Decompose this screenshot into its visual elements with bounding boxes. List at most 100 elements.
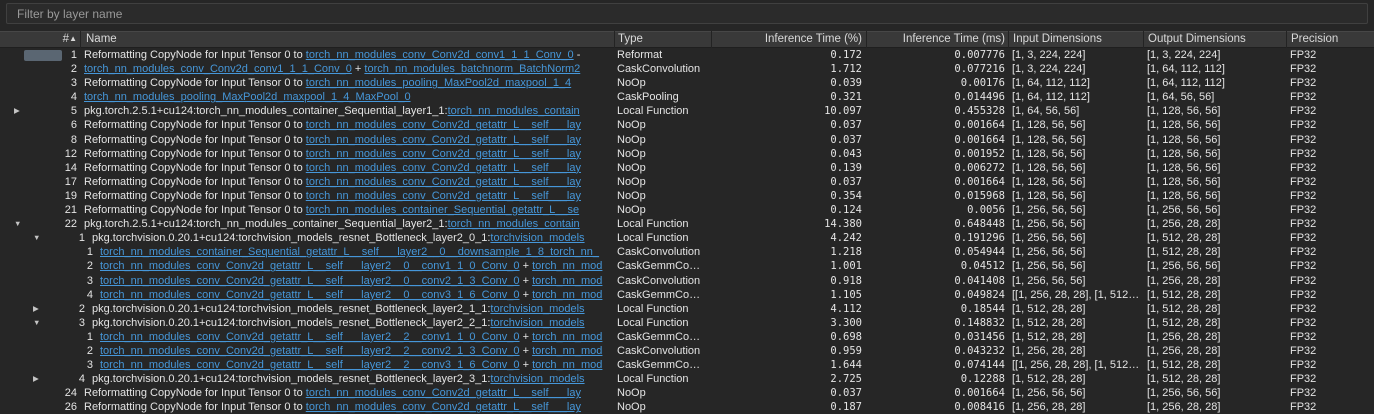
layer-link[interactable]: torch_nn_modules_pooling_MaxPool2d_maxpo…: [84, 91, 411, 103]
layer-link[interactable]: torch_nn_modules_conv_Conv2d_getattr_L__…: [306, 190, 581, 202]
layer-link[interactable]: torch_nn_modules_conv_Conv2d_getattr_L__…: [306, 176, 581, 188]
table-row[interactable]: 21 Reformatting CopyNode for Input Tensor…: [0, 203, 1374, 217]
tree-collapsed-icon[interactable]: ▶: [33, 302, 39, 316]
inference-time-ms-cell: 0.001952: [954, 147, 1005, 160]
table-row[interactable]: ▼ 22 pkg.torch.2.5.1+cu124:torch_nn_module…: [0, 217, 1374, 231]
precision-cell: FP32: [1290, 232, 1317, 245]
table-row[interactable]: 2 torch_nn_modules_conv_Conv2d_getattr_L_…: [0, 259, 1374, 273]
layer-link[interactable]: torch_nn_mod: [532, 359, 602, 371]
table-row[interactable]: 19 Reformatting CopyNode for Input Tensor…: [0, 189, 1374, 203]
table-row[interactable]: 2 torch_nn_modules_conv_Conv2d_conv1_1_1_…: [0, 62, 1374, 76]
table-row[interactable]: 1 Reformatting CopyNode for Input Tensor …: [0, 48, 1374, 62]
output-dimensions-cell: [1, 512, 28, 28]: [1147, 232, 1221, 245]
layer-link[interactable]: torch_nn_modules_batchnorm_BatchNorm2: [364, 63, 580, 75]
tree-expanded-icon[interactable]: ▼: [14, 217, 21, 231]
layer-type-cell: NoOp: [617, 189, 646, 202]
layer-link[interactable]: torch_nn_mod: [532, 275, 602, 287]
layer-link[interactable]: torchvision_models: [490, 373, 584, 385]
layer-name-cell: Reformatting CopyNode for Input Tensor 0…: [80, 76, 614, 90]
table-row[interactable]: ▶ 2 pkg.torchvision.0.20.1+cu124:torchvisi…: [0, 302, 1374, 316]
output-dimensions-cell: [1, 64, 112, 112]: [1147, 63, 1225, 76]
output-dimensions-cell: [1, 64, 112, 112]: [1147, 77, 1225, 90]
layer-link[interactable]: torch_nn_modules_conv_Conv2d_getattr_L__…: [100, 345, 520, 357]
input-dimensions-cell: [1, 64, 56, 56]: [1012, 105, 1080, 118]
layer-link[interactable]: torch_nn_mod: [532, 289, 602, 301]
table-row[interactable]: 1 torch_nn_modules_conv_Conv2d_getattr_L_…: [0, 330, 1374, 344]
table-row[interactable]: 17 Reformatting CopyNode for Input Tensor…: [0, 175, 1374, 189]
input-dimensions-cell: [1, 512, 28, 28]: [1012, 373, 1086, 386]
output-dimensions-cell: [1, 128, 56, 56]: [1147, 189, 1221, 202]
table-row[interactable]: 3 Reformatting CopyNode for Input Tensor …: [0, 76, 1374, 90]
precision-cell: FP32: [1290, 189, 1317, 202]
layer-link[interactable]: torch_nn_modules_conv_Conv2d_getattr_L__…: [306, 162, 581, 174]
layer-link[interactable]: torch_nn_modules_conv_Conv2d_conv1_1_1_C…: [84, 63, 352, 75]
table-row[interactable]: 4 torch_nn_modules_conv_Conv2d_getattr_L_…: [0, 288, 1374, 302]
column-header-precision[interactable]: Precision: [1286, 31, 1374, 48]
layer-type-cell: CaskGemmCo…: [617, 330, 701, 343]
row-number-cell: 21: [0, 203, 80, 217]
layer-name-text: +: [519, 288, 533, 301]
layer-link[interactable]: torch_nn_modules_conv_Conv2d_getattr_L__…: [100, 260, 520, 272]
layer-link[interactable]: torch_nn_modules_conv_Conv2d_getattr_L__…: [100, 331, 520, 343]
layer-link[interactable]: torch_nn_modules_conv_Conv2d_getattr_L__…: [306, 134, 581, 146]
layer-link[interactable]: torch_nn_modules_conv_Conv2d_getattr_L__…: [100, 359, 520, 371]
layer-link[interactable]: torch_nn_modules_conv_Conv2d_getattr_L__…: [306, 401, 581, 413]
layer-link[interactable]: torch_nn_mod: [532, 260, 602, 272]
table-row[interactable]: 6 Reformatting CopyNode for Input Tensor …: [0, 118, 1374, 132]
column-header-inference-time-ms[interactable]: Inference Time (ms): [866, 31, 1008, 48]
table-row[interactable]: ▼ 1 pkg.torchvision.0.20.1+cu124:torchvisi…: [0, 231, 1374, 245]
table-row[interactable]: 3 torch_nn_modules_conv_Conv2d_getattr_L_…: [0, 358, 1374, 372]
layer-link[interactable]: torch_nn_mod: [532, 331, 602, 343]
layer-link[interactable]: torch_nn_modules_conv_Conv2d_getattr_L__…: [306, 148, 581, 160]
table-row[interactable]: 1 torch_nn_modules_container_Sequential_g…: [0, 245, 1374, 259]
layer-link[interactable]: torchvision_models: [490, 303, 584, 315]
table-row[interactable]: 3 torch_nn_modules_conv_Conv2d_getattr_L_…: [0, 274, 1374, 288]
table-row[interactable]: 26 Reformatting CopyNode for Input Tensor…: [0, 400, 1374, 414]
layer-link[interactable]: torch_nn_modules_pooling_MaxPool2d_maxpo…: [306, 77, 571, 89]
input-dimensions-cell: [[1, 256, 28, 28], [1, 512…: [1012, 359, 1140, 372]
table-row[interactable]: 14 Reformatting CopyNode for Input Tensor…: [0, 161, 1374, 175]
precision-cell: FP32: [1290, 218, 1317, 231]
layer-link[interactable]: torch_nn_modules_contain: [448, 105, 580, 117]
inference-time-pct-cell: 4.242: [830, 232, 862, 245]
layer-link[interactable]: torch_nn_modules_contain: [448, 218, 580, 230]
layer-link[interactable]: torch_nn_mod: [532, 345, 602, 357]
layer-link[interactable]: torch_nn_modules_conv_Conv2d_getattr_L__…: [100, 289, 520, 301]
table-row[interactable]: 12 Reformatting CopyNode for Input Tensor…: [0, 147, 1374, 161]
output-dimensions-cell: [1, 256, 56, 56]: [1147, 204, 1221, 217]
layer-link[interactable]: torch_nn_modules_conv_Conv2d_getattr_L__…: [306, 119, 581, 131]
column-header-output-dimensions[interactable]: Output Dimensions: [1143, 31, 1286, 48]
inference-time-ms-cell: 0.074144: [954, 359, 1005, 372]
column-header-number[interactable]: #▲: [0, 31, 80, 48]
layer-name-text: Reformatting CopyNode for Input Tensor 0…: [84, 147, 306, 160]
layer-link[interactable]: torchvision_models: [490, 232, 584, 244]
table-row[interactable]: 24 Reformatting CopyNode for Input Tensor…: [0, 386, 1374, 400]
row-number-cell: 3: [0, 274, 96, 288]
table-row[interactable]: 8 Reformatting CopyNode for Input Tensor …: [0, 133, 1374, 147]
layer-link[interactable]: torch_nn_modules_conv_Conv2d_getattr_L__…: [306, 387, 581, 399]
tree-expanded-icon[interactable]: ▼: [33, 316, 40, 330]
layer-name-text: Reformatting CopyNode for Input Tensor 0…: [84, 401, 306, 414]
table-row[interactable]: ▶ 5 pkg.torch.2.5.1+cu124:torch_nn_modules…: [0, 104, 1374, 118]
column-header-type[interactable]: Type: [614, 31, 711, 48]
table-row[interactable]: 2 torch_nn_modules_conv_Conv2d_getattr_L_…: [0, 344, 1374, 358]
layer-link[interactable]: torchvision_models: [490, 317, 584, 329]
column-header-inference-time-pct[interactable]: Inference Time (%): [711, 31, 866, 48]
layer-link[interactable]: torch_nn_modules_container_Sequential_ge…: [100, 246, 599, 258]
inference-time-ms-cell: 0.0056: [967, 204, 1005, 217]
tree-expanded-icon[interactable]: ▼: [33, 231, 40, 245]
layer-link[interactable]: torch_nn_modules_conv_Conv2d_getattr_L__…: [100, 275, 520, 287]
table-row[interactable]: ▶ 4 pkg.torchvision.0.20.1+cu124:torchvisi…: [0, 372, 1374, 386]
column-header-name[interactable]: Name: [80, 31, 614, 48]
tree-collapsed-icon[interactable]: ▶: [33, 372, 39, 386]
precision-cell: FP32: [1290, 316, 1317, 329]
layer-link[interactable]: torch_nn_modules_container_Sequential_ge…: [306, 204, 579, 216]
table-row[interactable]: 4 torch_nn_modules_pooling_MaxPool2d_maxp…: [0, 90, 1374, 104]
precision-cell: FP32: [1290, 204, 1317, 217]
table-row[interactable]: ▼ 3 pkg.torchvision.0.20.1+cu124:torchvisi…: [0, 316, 1374, 330]
layer-link[interactable]: torch_nn_modules_conv_Conv2d_conv1_1_1_C…: [306, 49, 574, 61]
layer-filter-input[interactable]: [6, 3, 1368, 24]
column-header-input-dimensions[interactable]: Input Dimensions: [1008, 31, 1143, 48]
inference-time-ms-cell: 0.006272: [954, 161, 1005, 174]
tree-collapsed-icon[interactable]: ▶: [14, 104, 20, 118]
